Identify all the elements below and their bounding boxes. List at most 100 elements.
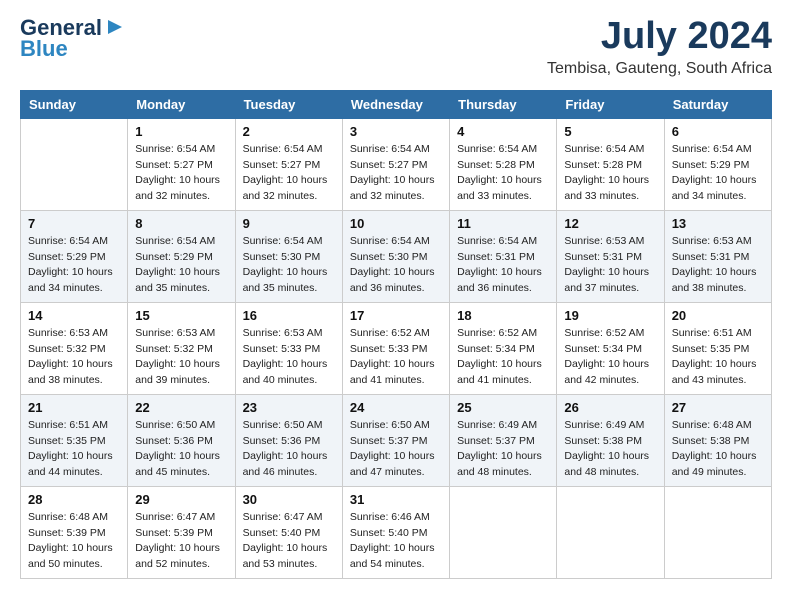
calendar-cell: 23 Sunrise: 6:50 AMSunset: 5:36 PMDayligh…: [235, 394, 342, 486]
day-info: Sunrise: 6:54 AMSunset: 5:27 PMDaylight:…: [243, 142, 335, 205]
calendar-cell: 8Sunrise: 6:54 AMSunset: 5:29 PMDaylight…: [128, 210, 235, 302]
weekday-header-saturday: Saturday: [664, 90, 771, 118]
day-number: 7: [28, 216, 120, 231]
calendar-cell: 27 Sunrise: 6:48 AMSunset: 5:38 PMDayligh…: [664, 394, 771, 486]
calendar-cell: 3Sunrise: 6:54 AMSunset: 5:27 PMDaylight…: [342, 118, 449, 210]
day-number: 26: [564, 400, 656, 415]
day-number: 18: [457, 308, 549, 323]
day-number: 29: [135, 492, 227, 507]
weekday-header-friday: Friday: [557, 90, 664, 118]
page-header: General Blue July 2024 Tembisa, Gauteng,…: [20, 16, 772, 78]
calendar-cell: 13 Sunrise: 6:53 AMSunset: 5:31 PMDayligh…: [664, 210, 771, 302]
calendar-cell: 11Sunrise: 6:54 AMSunset: 5:31 PMDayligh…: [450, 210, 557, 302]
day-info: Sunrise: 6:53 AMSunset: 5:31 PMDaylight:…: [672, 234, 764, 297]
location-subtitle: Tembisa, Gauteng, South Africa: [547, 60, 772, 78]
day-info: Sunrise: 6:52 AMSunset: 5:34 PMDaylight:…: [457, 326, 549, 389]
day-info: Sunrise: 6:54 AMSunset: 5:29 PMDaylight:…: [672, 142, 764, 205]
calendar-table: SundayMondayTuesdayWednesdayThursdayFrid…: [20, 90, 772, 579]
day-number: 27: [672, 400, 764, 415]
day-info: Sunrise: 6:50 AMSunset: 5:36 PMDaylight:…: [135, 418, 227, 481]
calendar-cell: 19Sunrise: 6:52 AMSunset: 5:34 PMDayligh…: [557, 302, 664, 394]
day-number: 8: [135, 216, 227, 231]
day-number: 6: [672, 124, 764, 139]
day-number: 16: [243, 308, 335, 323]
day-info: Sunrise: 6:54 AMSunset: 5:27 PMDaylight:…: [350, 142, 442, 205]
week-row-1: 1 Sunrise: 6:54 AMSunset: 5:27 PMDaylight…: [21, 118, 772, 210]
day-number: 1: [135, 124, 227, 139]
day-info: Sunrise: 6:53 AMSunset: 5:32 PMDaylight:…: [135, 326, 227, 389]
day-number: 13: [672, 216, 764, 231]
day-info: Sunrise: 6:47 AMSunset: 5:40 PMDaylight:…: [243, 510, 335, 573]
day-number: 14: [28, 308, 120, 323]
calendar-cell: 21 Sunrise: 6:51 AMSunset: 5:35 PMDayligh…: [21, 394, 128, 486]
day-number: 25: [457, 400, 549, 415]
day-info: Sunrise: 6:48 AMSunset: 5:39 PMDaylight:…: [28, 510, 120, 573]
month-title: July 2024: [547, 16, 772, 58]
calendar-cell: 25 Sunrise: 6:49 AMSunset: 5:37 PMDayligh…: [450, 394, 557, 486]
weekday-header-wednesday: Wednesday: [342, 90, 449, 118]
page-container: General Blue July 2024 Tembisa, Gauteng,…: [0, 0, 792, 595]
day-number: 11: [457, 216, 549, 231]
calendar-cell: 16 Sunrise: 6:53 AMSunset: 5:33 PMDayligh…: [235, 302, 342, 394]
calendar-cell: 14 Sunrise: 6:53 AMSunset: 5:32 PMDayligh…: [21, 302, 128, 394]
day-info: Sunrise: 6:49 AMSunset: 5:38 PMDaylight:…: [564, 418, 656, 481]
calendar-cell: 29 Sunrise: 6:47 AMSunset: 5:39 PMDayligh…: [128, 486, 235, 578]
day-info: Sunrise: 6:53 AMSunset: 5:32 PMDaylight:…: [28, 326, 120, 389]
day-number: 28: [28, 492, 120, 507]
calendar-cell: 6 Sunrise: 6:54 AMSunset: 5:29 PMDaylight…: [664, 118, 771, 210]
calendar-cell: 2 Sunrise: 6:54 AMSunset: 5:27 PMDaylight…: [235, 118, 342, 210]
title-area: July 2024 Tembisa, Gauteng, South Africa: [547, 16, 772, 78]
calendar-cell: [557, 486, 664, 578]
logo: General Blue: [20, 16, 124, 61]
day-number: 9: [243, 216, 335, 231]
weekday-header-row: SundayMondayTuesdayWednesdayThursdayFrid…: [21, 90, 772, 118]
day-info: Sunrise: 6:51 AMSunset: 5:35 PMDaylight:…: [672, 326, 764, 389]
calendar-cell: 4 Sunrise: 6:54 AMSunset: 5:28 PMDaylight…: [450, 118, 557, 210]
calendar-cell: 12Sunrise: 6:53 AMSunset: 5:31 PMDayligh…: [557, 210, 664, 302]
calendar-cell: 22 Sunrise: 6:50 AMSunset: 5:36 PMDayligh…: [128, 394, 235, 486]
day-number: 10: [350, 216, 442, 231]
calendar-cell: 20 Sunrise: 6:51 AMSunset: 5:35 PMDayligh…: [664, 302, 771, 394]
day-info: Sunrise: 6:54 AMSunset: 5:28 PMDaylight:…: [457, 142, 549, 205]
calendar-cell: [21, 118, 128, 210]
day-number: 21: [28, 400, 120, 415]
day-info: Sunrise: 6:53 AMSunset: 5:31 PMDaylight:…: [564, 234, 656, 297]
calendar-cell: 5Sunrise: 6:54 AMSunset: 5:28 PMDaylight…: [557, 118, 664, 210]
day-info: Sunrise: 6:54 AMSunset: 5:28 PMDaylight:…: [564, 142, 656, 205]
week-row-4: 21 Sunrise: 6:51 AMSunset: 5:35 PMDayligh…: [21, 394, 772, 486]
day-info: Sunrise: 6:54 AMSunset: 5:27 PMDaylight:…: [135, 142, 227, 205]
week-row-2: 7Sunrise: 6:54 AMSunset: 5:29 PMDaylight…: [21, 210, 772, 302]
calendar-cell: 15Sunrise: 6:53 AMSunset: 5:32 PMDayligh…: [128, 302, 235, 394]
calendar-cell: 28 Sunrise: 6:48 AMSunset: 5:39 PMDayligh…: [21, 486, 128, 578]
week-row-3: 14 Sunrise: 6:53 AMSunset: 5:32 PMDayligh…: [21, 302, 772, 394]
day-info: Sunrise: 6:49 AMSunset: 5:37 PMDaylight:…: [457, 418, 549, 481]
weekday-header-sunday: Sunday: [21, 90, 128, 118]
day-info: Sunrise: 6:46 AMSunset: 5:40 PMDaylight:…: [350, 510, 442, 573]
calendar-cell: 1 Sunrise: 6:54 AMSunset: 5:27 PMDaylight…: [128, 118, 235, 210]
calendar-cell: 17Sunrise: 6:52 AMSunset: 5:33 PMDayligh…: [342, 302, 449, 394]
day-info: Sunrise: 6:47 AMSunset: 5:39 PMDaylight:…: [135, 510, 227, 573]
calendar-cell: 18 Sunrise: 6:52 AMSunset: 5:34 PMDayligh…: [450, 302, 557, 394]
day-number: 30: [243, 492, 335, 507]
day-number: 31: [350, 492, 442, 507]
day-info: Sunrise: 6:53 AMSunset: 5:33 PMDaylight:…: [243, 326, 335, 389]
day-number: 20: [672, 308, 764, 323]
weekday-header-thursday: Thursday: [450, 90, 557, 118]
day-number: 23: [243, 400, 335, 415]
day-number: 4: [457, 124, 549, 139]
day-info: Sunrise: 6:48 AMSunset: 5:38 PMDaylight:…: [672, 418, 764, 481]
day-number: 19: [564, 308, 656, 323]
calendar-cell: 10 Sunrise: 6:54 AMSunset: 5:30 PMDayligh…: [342, 210, 449, 302]
logo-arrow-icon: [106, 18, 124, 41]
day-number: 24: [350, 400, 442, 415]
day-info: Sunrise: 6:54 AMSunset: 5:30 PMDaylight:…: [243, 234, 335, 297]
day-info: Sunrise: 6:54 AMSunset: 5:30 PMDaylight:…: [350, 234, 442, 297]
day-number: 22: [135, 400, 227, 415]
calendar-cell: 30 Sunrise: 6:47 AMSunset: 5:40 PMDayligh…: [235, 486, 342, 578]
day-info: Sunrise: 6:50 AMSunset: 5:36 PMDaylight:…: [243, 418, 335, 481]
day-info: Sunrise: 6:51 AMSunset: 5:35 PMDaylight:…: [28, 418, 120, 481]
day-number: 17: [350, 308, 442, 323]
day-number: 2: [243, 124, 335, 139]
calendar-cell: 7Sunrise: 6:54 AMSunset: 5:29 PMDaylight…: [21, 210, 128, 302]
calendar-cell: 9 Sunrise: 6:54 AMSunset: 5:30 PMDaylight…: [235, 210, 342, 302]
